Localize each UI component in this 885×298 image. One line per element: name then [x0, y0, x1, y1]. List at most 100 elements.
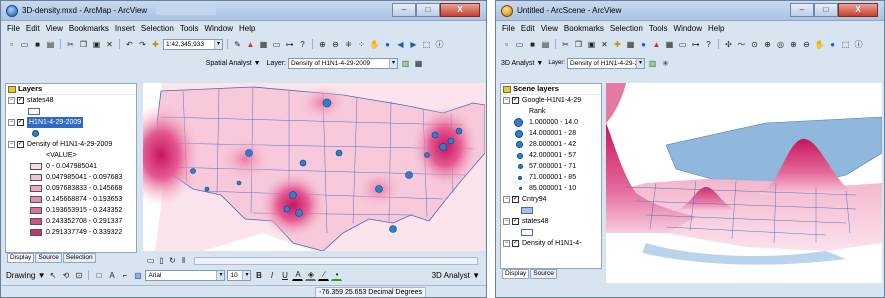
toc-layer-cntry94[interactable]: − ✓ Cntry94: [501, 194, 601, 205]
layer-checkbox[interactable]: ✓: [512, 240, 519, 247]
save-icon[interactable]: ■: [32, 39, 43, 50]
raster-calculator-icon[interactable]: ▦: [413, 58, 424, 69]
layer-select[interactable]: Density of H1N1-4-29-2009 ▾: [288, 57, 398, 69]
text-icon[interactable]: A: [106, 270, 117, 281]
whats-this-icon[interactable]: ?: [703, 39, 714, 50]
maximize-button[interactable]: □: [416, 3, 440, 17]
delete-icon[interactable]: ✕: [104, 39, 115, 50]
menu-bookmarks[interactable]: Bookmarks: [564, 24, 604, 33]
redo-icon[interactable]: ↷: [137, 39, 148, 50]
toc-layer-google-h1n1[interactable]: − ✓ Google-H1N1-4-29: [501, 95, 601, 106]
minimize-button[interactable]: –: [790, 3, 814, 17]
menu-tools[interactable]: Tools: [180, 24, 199, 33]
select-elements-icon[interactable]: ↖: [47, 270, 58, 281]
toc-layer-h1n1[interactable]: − ✓ H1N1-4-29-2009: [6, 117, 136, 128]
center-target-icon[interactable]: ⊙: [749, 39, 760, 50]
font-name-select[interactable]: Arial ▾: [145, 269, 226, 281]
add-data-icon[interactable]: ✚: [612, 39, 623, 50]
menu-edit[interactable]: Edit: [521, 24, 535, 33]
cut-icon[interactable]: ✂: [65, 39, 76, 50]
rotate-icon[interactable]: ⟲: [60, 270, 71, 281]
menu-selection[interactable]: Selection: [141, 24, 174, 33]
layer-select[interactable]: Density of H1N1-4-29-2 ▾: [567, 57, 646, 69]
menu-selection[interactable]: Selection: [610, 24, 643, 33]
select-features-icon[interactable]: ⬚: [840, 39, 851, 50]
arctoolbox-icon[interactable]: ▲: [245, 39, 256, 50]
editor-icon[interactable]: ✎: [232, 39, 243, 50]
open-icon[interactable]: ▭: [19, 39, 30, 50]
back-extent-icon[interactable]: ◀: [395, 39, 406, 50]
image-icon[interactable]: ▨: [132, 270, 143, 281]
delete-icon[interactable]: ✕: [599, 39, 610, 50]
select-features-icon[interactable]: ⬚: [421, 39, 432, 50]
layer-checkbox[interactable]: ✓: [512, 97, 519, 104]
identify-icon[interactable]: ⓘ: [853, 39, 864, 50]
layer-checkbox[interactable]: ✓: [17, 141, 24, 148]
menu-window[interactable]: Window: [674, 24, 702, 33]
maximize-button[interactable]: □: [814, 3, 838, 17]
collapse-icon[interactable]: −: [503, 97, 510, 104]
pause-icon[interactable]: ‖: [179, 256, 188, 265]
toc-layer-states48[interactable]: − ✓ states48: [501, 216, 601, 227]
tab-source[interactable]: Source: [530, 269, 557, 279]
command-line-icon[interactable]: ▭: [677, 39, 688, 50]
font-size-select[interactable]: 10 ▾: [227, 269, 252, 281]
whats-this-icon[interactable]: ?: [297, 39, 308, 50]
menu-tools[interactable]: Tools: [649, 24, 668, 33]
save-icon[interactable]: ■: [527, 39, 538, 50]
globe-icon[interactable]: ●: [638, 39, 649, 50]
add-data-icon[interactable]: ✚: [150, 39, 161, 50]
paste-icon[interactable]: ▣: [91, 39, 102, 50]
menu-file[interactable]: File: [7, 24, 20, 33]
navigate-icon[interactable]: ✣: [723, 39, 734, 50]
layer-checkbox[interactable]: ✓: [17, 97, 24, 104]
tab-display[interactable]: Display: [7, 253, 35, 263]
menu-insert[interactable]: Insert: [115, 24, 135, 33]
analyst3d-menu[interactable]: 3D Analyst ▼: [432, 271, 484, 280]
menu-help[interactable]: Help: [239, 24, 255, 33]
rectangle-icon[interactable]: □: [93, 270, 104, 281]
horizontal-scrollbar[interactable]: [194, 256, 478, 265]
underline-button[interactable]: U: [279, 270, 290, 281]
toc-layer-density[interactable]: − ✓ Density of H1N1-4-: [501, 238, 601, 249]
command-line-icon[interactable]: ▭: [271, 39, 282, 50]
edit-vertices-icon[interactable]: ⌐: [119, 270, 130, 281]
zoom-out-icon[interactable]: ⊖: [801, 39, 812, 50]
undo-icon[interactable]: ↶: [124, 39, 135, 50]
arctoolbox-icon[interactable]: ▲: [651, 39, 662, 50]
collapse-icon[interactable]: −: [503, 240, 510, 247]
layout-view-icon[interactable]: ▯: [157, 256, 166, 265]
zoom-to-target-icon[interactable]: ⊕: [762, 39, 773, 50]
menu-view[interactable]: View: [46, 24, 63, 33]
fill-color-icon[interactable]: ◈: [305, 270, 317, 281]
calculator-icon[interactable]: ▦: [625, 39, 636, 50]
arcscene-titlebar[interactable]: Untitled - ArcScene - ArcView – □ X: [496, 1, 884, 21]
full-extent-icon[interactable]: ●: [827, 39, 838, 50]
fixed-zoom-out-icon[interactable]: ⁘: [356, 39, 367, 50]
catalog-icon[interactable]: ▦: [664, 39, 675, 50]
minimize-button[interactable]: –: [392, 3, 416, 17]
full-extent-icon[interactable]: ●: [382, 39, 393, 50]
marker-color-icon[interactable]: •: [331, 270, 343, 281]
print-icon[interactable]: ▤: [45, 39, 56, 50]
tab-display[interactable]: Display: [502, 269, 530, 279]
paste-icon[interactable]: ▣: [586, 39, 597, 50]
model-builder-icon[interactable]: ⊶: [690, 39, 701, 50]
refresh-icon[interactable]: ↻: [168, 256, 177, 265]
fixed-zoom-in-icon[interactable]: ⁜: [343, 39, 354, 50]
italic-button[interactable]: I: [266, 270, 277, 281]
tab-source[interactable]: Source: [35, 253, 62, 263]
menu-bookmarks[interactable]: Bookmarks: [69, 24, 109, 33]
collapse-icon[interactable]: −: [8, 119, 15, 126]
set-observer-icon[interactable]: ◎: [775, 39, 786, 50]
print-icon[interactable]: ▤: [540, 39, 551, 50]
menu-file[interactable]: File: [502, 24, 515, 33]
steepest-path-icon[interactable]: ✳: [660, 58, 671, 69]
close-button[interactable]: X: [838, 3, 878, 17]
copy-icon[interactable]: ❐: [78, 39, 89, 50]
toc-layer-states48[interactable]: − ✓ states48: [6, 95, 136, 106]
tab-selection[interactable]: Selection: [62, 253, 96, 263]
arcscene-3d-view[interactable]: [606, 83, 882, 283]
data-view-icon[interactable]: ▭: [146, 256, 155, 265]
map-scale-select[interactable]: 1:42,345,933 ▾: [163, 38, 223, 50]
